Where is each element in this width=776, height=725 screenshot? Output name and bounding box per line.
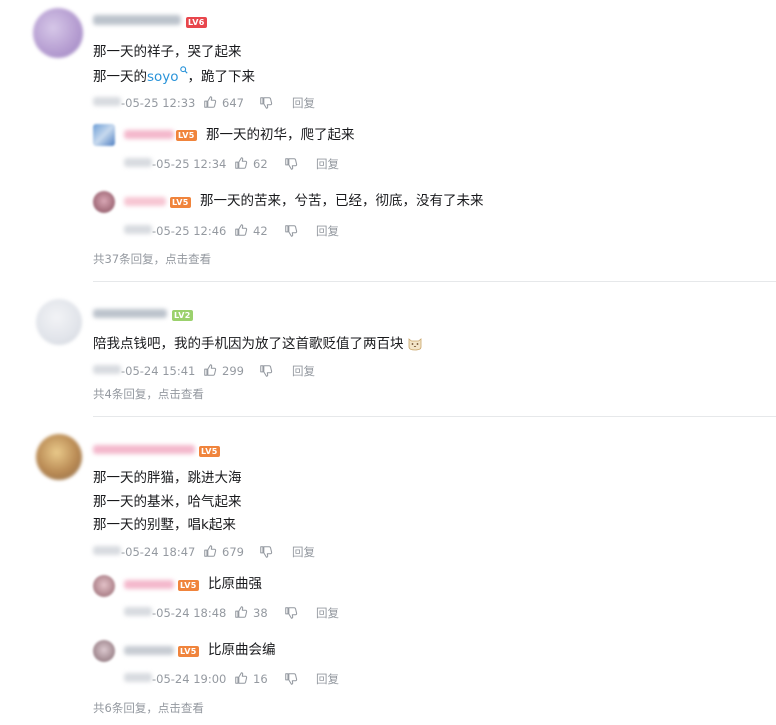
comment-text: 那一天的祥子，哭了起来 xyxy=(93,44,242,60)
like-count: 299 xyxy=(222,364,244,378)
thumbs-down-icon[interactable] xyxy=(284,606,298,620)
comment-text-body: 陪我点钱吧，我的手机因为放了这首歌贬值了两百块 xyxy=(93,336,404,352)
like-count: 42 xyxy=(253,224,268,238)
cat-face-emoji xyxy=(407,335,423,351)
date-year xyxy=(124,225,152,234)
date-year xyxy=(124,673,152,682)
reply-text: 那一天的初华，爬了起来 xyxy=(206,127,355,143)
search-icon[interactable] xyxy=(179,66,188,85)
reply-avatar[interactable] xyxy=(93,124,115,146)
date-year xyxy=(93,546,121,555)
thumbs-up-icon[interactable] xyxy=(234,671,248,685)
avatar[interactable] xyxy=(33,8,83,58)
thumbs-up-icon[interactable] xyxy=(234,605,248,619)
reply-time: -05-24 19:00 xyxy=(152,672,227,686)
reply-button[interactable]: 回复 xyxy=(292,364,315,378)
comment-text: 那一天的基米，哈气起来 xyxy=(93,494,242,510)
username[interactable] xyxy=(93,445,195,454)
divider xyxy=(93,416,776,417)
reply-time: -05-25 12:34 xyxy=(152,157,227,171)
reply-username[interactable] xyxy=(124,130,174,139)
thumbs-up-icon[interactable] xyxy=(203,544,217,558)
reply-button[interactable]: 回复 xyxy=(316,672,339,686)
thumbs-down-icon[interactable] xyxy=(284,157,298,171)
level-badge: LV5 xyxy=(178,646,199,657)
thumbs-down-icon[interactable] xyxy=(259,96,273,110)
comment-text: 那一天的soyo ，跪了下来 xyxy=(93,66,255,87)
avatar[interactable] xyxy=(36,299,82,345)
thumbs-down-icon[interactable] xyxy=(284,672,298,686)
comment-time: -05-24 15:41 xyxy=(121,364,196,378)
level-badge: LV5 xyxy=(176,130,197,141)
comment-text: 那一天的别墅，唱k起来 xyxy=(93,517,236,533)
reply-text: 比原曲会编 xyxy=(208,642,276,658)
username[interactable] xyxy=(93,15,181,25)
level-badge: LV2 xyxy=(172,310,193,321)
comment-text: 陪我点钱吧，我的手机因为放了这首歌贬值了两百块 xyxy=(93,334,423,354)
view-more-replies[interactable]: 共4条回复，点击查看 xyxy=(93,386,204,402)
view-more-replies[interactable]: 共6条回复，点击查看 xyxy=(93,700,204,716)
reply-button[interactable]: 回复 xyxy=(316,157,339,171)
divider xyxy=(93,281,776,282)
avatar[interactable] xyxy=(36,434,82,480)
reply-avatar[interactable] xyxy=(93,191,115,213)
thumbs-down-icon[interactable] xyxy=(284,224,298,238)
comment-text-suffix: ，跪了下来 xyxy=(187,69,256,85)
reply-username[interactable] xyxy=(124,646,174,655)
reply-button[interactable]: 回复 xyxy=(316,224,339,238)
keyword-link[interactable]: soyo xyxy=(147,69,179,85)
reply-avatar[interactable] xyxy=(93,575,115,597)
like-count: 16 xyxy=(253,672,268,686)
thumbs-up-icon[interactable] xyxy=(234,223,248,237)
date-year xyxy=(93,97,121,106)
thumbs-up-icon[interactable] xyxy=(234,156,248,170)
level-badge: LV6 xyxy=(186,17,207,28)
reply-time: -05-25 12:46 xyxy=(152,224,227,238)
date-year xyxy=(124,158,152,167)
comment-text-prefix: 那一天的 xyxy=(93,69,147,85)
like-count: 647 xyxy=(222,96,244,110)
thumbs-down-icon[interactable] xyxy=(259,545,273,559)
date-year xyxy=(124,607,152,616)
comment-time: -05-24 18:47 xyxy=(121,545,196,559)
thumbs-up-icon[interactable] xyxy=(203,363,217,377)
level-badge: LV5 xyxy=(199,446,220,457)
reply-button[interactable]: 回复 xyxy=(292,96,315,110)
like-count: 679 xyxy=(222,545,244,559)
reply-text: 那一天的苦来，兮苦，已经，彻底，没有了未来 xyxy=(200,193,484,209)
reply-avatar[interactable] xyxy=(93,640,115,662)
reply-text: 比原曲强 xyxy=(208,576,262,592)
like-count: 62 xyxy=(253,157,268,171)
view-more-replies[interactable]: 共37条回复，点击查看 xyxy=(93,251,211,267)
like-count: 38 xyxy=(253,606,268,620)
reply-username[interactable] xyxy=(124,197,166,206)
level-badge: LV5 xyxy=(170,197,191,208)
reply-username[interactable] xyxy=(124,580,174,589)
username[interactable] xyxy=(93,309,167,318)
reply-button[interactable]: 回复 xyxy=(292,545,315,559)
reply-button[interactable]: 回复 xyxy=(316,606,339,620)
level-badge: LV5 xyxy=(178,580,199,591)
comment-time: -05-25 12:33 xyxy=(121,96,196,110)
date-year xyxy=(93,365,121,374)
comment-text: 那一天的胖猫，跳进大海 xyxy=(93,470,242,486)
thumbs-up-icon[interactable] xyxy=(203,95,217,109)
reply-time: -05-24 18:48 xyxy=(152,606,227,620)
thumbs-down-icon[interactable] xyxy=(259,364,273,378)
